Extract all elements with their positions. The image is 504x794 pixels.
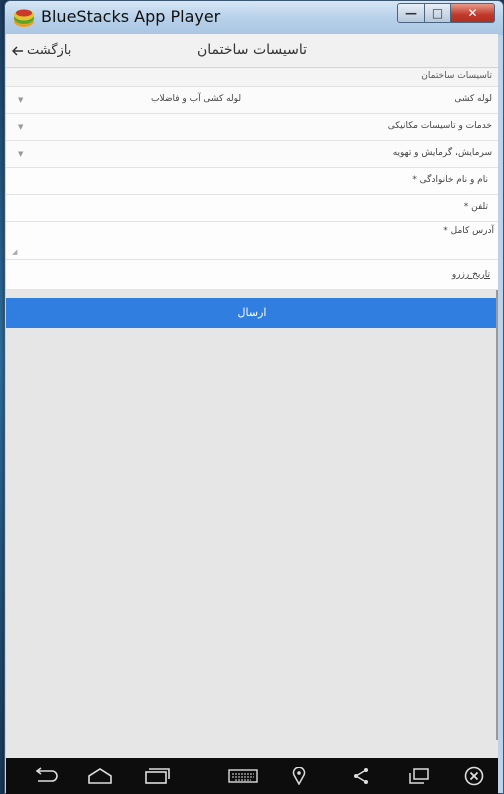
title-bar[interactable]: BlueStacks App Player — □ ✕	[5, 1, 503, 35]
close-window-icon: ✕	[467, 6, 478, 20]
select-mechanical[interactable]: خدمات و تاسیسات مکانیکی ▼	[6, 113, 498, 140]
select-plumbing[interactable]: لوله کشی لوله کشی آب و فاضلاب ▼	[6, 86, 498, 113]
section-label: تاسیسات ساختمان	[6, 68, 498, 86]
back-icon[interactable]	[32, 766, 60, 786]
name-input[interactable]: نام و نام خانوادگی *	[6, 167, 498, 194]
submit-button[interactable]: ارسال	[6, 298, 498, 328]
scrollbar[interactable]	[496, 290, 498, 740]
keyboard-icon[interactable]	[228, 766, 258, 786]
minimize-button[interactable]: —	[397, 3, 425, 23]
dropdown-caret-icon: ▼	[18, 150, 24, 158]
window-title: BlueStacks App Player	[41, 7, 221, 26]
recent-apps-icon[interactable]	[142, 766, 170, 786]
dropdown-caret-icon: ▼	[18, 123, 24, 131]
android-app-surface: بازگشت تاسیسات ساختمان تاسیسات ساختمان ل…	[6, 34, 498, 758]
select-label: لوله کشی	[454, 94, 492, 104]
close-window-button[interactable]: ✕	[451, 3, 495, 23]
android-navigation-bar	[6, 758, 498, 794]
app-header: بازگشت تاسیسات ساختمان	[6, 34, 498, 68]
dropdown-caret-icon: ▼	[18, 96, 24, 104]
bluestacks-logo-icon	[14, 9, 34, 27]
home-icon[interactable]	[86, 766, 114, 786]
window-icon[interactable]	[408, 766, 430, 786]
select-label: خدمات و تاسیسات مکانیکی	[387, 121, 492, 131]
select-value: لوله کشی آب و فاضلاب	[151, 94, 242, 104]
date-placeholder: تاریخ رزرو	[451, 270, 490, 280]
date-input[interactable]: تاریخ رزرو	[6, 259, 498, 289]
reservation-form: تاسیسات ساختمان لوله کشی لوله کشی آب و ف…	[6, 68, 498, 289]
maximize-icon: □	[431, 6, 444, 20]
name-placeholder: نام و نام خانوادگی *	[412, 175, 488, 185]
page-title: تاسیسات ساختمان	[196, 42, 308, 58]
share-icon[interactable]	[352, 766, 370, 786]
select-hvac[interactable]: سرمایش، گرمایش و تهویه ▼	[6, 140, 498, 167]
resize-grip-icon[interactable]: ◢	[12, 248, 17, 256]
window-controls: — □ ✕	[397, 3, 495, 25]
address-placeholder: آدرس کامل *	[443, 226, 494, 236]
location-icon[interactable]	[292, 766, 306, 786]
maximize-button[interactable]: □	[425, 3, 451, 23]
minimize-icon: —	[405, 6, 417, 20]
address-textarea[interactable]: آدرس کامل * ◢	[6, 221, 498, 259]
phone-input[interactable]: تلفن *	[6, 194, 498, 221]
select-label: سرمایش، گرمایش و تهویه	[392, 148, 492, 158]
phone-placeholder: تلفن *	[463, 202, 488, 212]
close-icon[interactable]	[464, 766, 484, 786]
